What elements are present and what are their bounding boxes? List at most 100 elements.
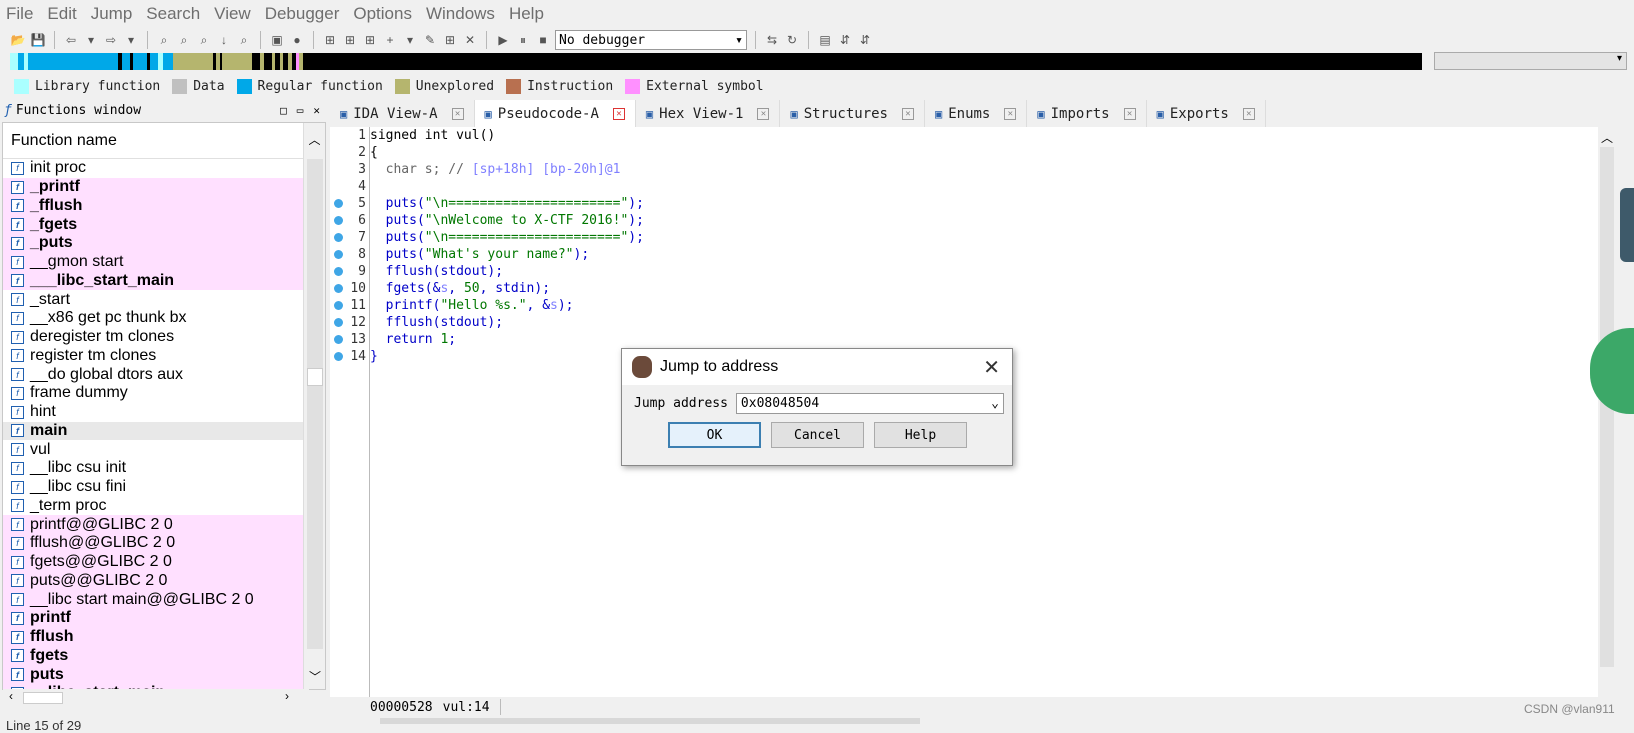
code-line[interactable]: 3 char s; // [sp+18h] [bp-20h]@1	[358, 161, 1570, 178]
play-icon[interactable]: ▶	[495, 32, 511, 48]
scroll-left-icon[interactable]: ‹	[9, 689, 13, 703]
delete-icon[interactable]: ✕	[462, 32, 478, 48]
function-list-item[interactable]: f _printf	[3, 177, 303, 197]
menu-item-edit[interactable]: Edit	[47, 4, 76, 24]
forward-dropdown-icon[interactable]: ▾	[123, 32, 139, 48]
function-list-item[interactable]: f __libc csu init	[3, 459, 303, 478]
function-list-item[interactable]: f printf	[3, 609, 303, 628]
add-icon[interactable]: +	[382, 32, 398, 48]
function-list-item[interactable]: f __libc start main@@GLIBC 2 0	[3, 590, 303, 609]
tracing-icon[interactable]: ⇵	[837, 32, 853, 48]
menu-item-debugger[interactable]: Debugger	[265, 4, 340, 24]
function-list-item[interactable]: f _puts	[3, 234, 303, 253]
function-list-item[interactable]: f __do global dtors aux	[3, 365, 303, 384]
breakpoint-list-icon[interactable]: ▤	[817, 32, 833, 48]
scroll-up-icon[interactable]: ︿	[1598, 127, 1616, 146]
function-list-item[interactable]: f _start	[3, 290, 303, 309]
function-list-item[interactable]: f frame dummy	[3, 384, 303, 403]
code-line[interactable]: 13 return 1;	[334, 331, 1570, 348]
make-code-icon[interactable]: ⊞	[322, 32, 338, 48]
graph-icon[interactable]: ▣	[269, 32, 285, 48]
function-list-item[interactable]: f ___libc_start_main	[3, 271, 303, 291]
function-list-item[interactable]: f main	[3, 421, 303, 441]
code-line[interactable]: 6 puts("\nWelcome to X-CTF 2016!");	[334, 212, 1570, 229]
code-line[interactable]: 10 fgets(&s, 50, stdin);	[334, 280, 1570, 297]
code-line[interactable]: 4	[358, 178, 1570, 195]
function-list-item[interactable]: f __gmon start	[3, 252, 303, 272]
tab-hex-view-1[interactable]: ▣ Hex View-1 ✕	[636, 100, 781, 127]
code-line[interactable]: 12 fflush(stdout);	[334, 314, 1570, 331]
menu-item-file[interactable]: File	[6, 4, 33, 24]
code-line[interactable]: 8 puts("What's your name?");	[334, 246, 1570, 263]
editor-vertical-scrollbar[interactable]: ︿	[1598, 127, 1616, 697]
tab-enums[interactable]: ▣ Enums ✕	[925, 100, 1028, 127]
undefine-icon[interactable]: ⊞	[442, 32, 458, 48]
cancel-button[interactable]: Cancel	[771, 422, 864, 448]
breakpoint-marker-icon[interactable]	[334, 284, 343, 293]
navigation-band[interactable]	[10, 53, 1422, 70]
function-list-item[interactable]: f fflush	[3, 627, 303, 647]
function-list-item[interactable]: f hint	[3, 403, 303, 422]
forward-icon[interactable]: ⇨	[103, 32, 119, 48]
close-tab-icon[interactable]: ✕	[1123, 107, 1136, 120]
function-list-item[interactable]: f fgets@@GLIBC 2 0	[3, 552, 303, 572]
functions-vertical-scrollbar[interactable]: ︿ ﹀	[303, 123, 325, 689]
refresh-icon[interactable]: ↻	[784, 32, 800, 48]
code-line[interactable]: 11 printf("Hello %s.", &s);	[334, 297, 1570, 314]
search-binary-icon[interactable]: ⌕	[176, 32, 192, 48]
code-line[interactable]: 1 signed int vul()	[358, 127, 1570, 144]
chevron-down-icon[interactable]: ⌄	[991, 396, 999, 411]
code-line[interactable]: 7 puts("\n======================");	[334, 229, 1570, 246]
stop-icon[interactable]: ■	[535, 32, 551, 48]
maximize-icon[interactable]: □	[280, 104, 287, 117]
tab-structures[interactable]: ▣ Structures ✕	[780, 100, 925, 127]
search-immediate-icon[interactable]: ⌕	[196, 32, 212, 48]
script-icon[interactable]: ●	[289, 32, 305, 48]
function-list-item[interactable]: f puts@@GLIBC 2 0	[3, 571, 303, 591]
function-name-column-header[interactable]: Function name	[3, 123, 325, 159]
make-data-icon[interactable]: ⊞	[342, 32, 358, 48]
help-button[interactable]: Help	[874, 422, 967, 448]
function-list-item[interactable]: f __x86 get pc thunk bx	[3, 309, 303, 328]
editor-horizontal-scrollbar[interactable]	[380, 718, 920, 724]
code-line[interactable]: 2{	[358, 144, 1570, 161]
scrollbar-thumb[interactable]	[307, 368, 323, 386]
function-list-item[interactable]: f _term proc	[3, 497, 303, 516]
menu-item-help[interactable]: Help	[509, 4, 544, 24]
close-tab-icon[interactable]: ✕	[757, 107, 770, 120]
breakpoint-marker-icon[interactable]	[334, 267, 343, 276]
jump-down-icon[interactable]: ↓	[216, 32, 232, 48]
pause-icon[interactable]: ⏸	[515, 32, 531, 48]
function-list-item[interactable]: f puts	[3, 665, 303, 684]
tab-imports[interactable]: ▣ Imports ✕	[1027, 100, 1147, 127]
save-icon[interactable]: 💾	[30, 32, 46, 48]
menu-item-jump[interactable]: Jump	[91, 4, 133, 24]
function-list-item[interactable]: f fgets	[3, 646, 303, 666]
function-list-item[interactable]: f _fflush	[3, 196, 303, 216]
scrollbar-track[interactable]	[307, 159, 323, 649]
tab-pseudocode-a[interactable]: ▣ Pseudocode-A ✕	[474, 100, 636, 127]
breakpoint-marker-icon[interactable]	[334, 352, 343, 361]
menu-item-windows[interactable]: Windows	[426, 4, 495, 24]
scroll-up-icon[interactable]: ︿	[304, 123, 325, 148]
function-list-item[interactable]: f __libc csu fini	[3, 478, 303, 497]
breakpoint-marker-icon[interactable]	[334, 301, 343, 310]
close-tab-icon[interactable]: ✕	[612, 107, 625, 120]
jump-address-input[interactable]: 0x08048504 ⌄	[735, 393, 1004, 414]
float-icon[interactable]: ▭	[297, 104, 304, 117]
scrollbar-thumb[interactable]	[23, 692, 63, 704]
functions-horizontal-scrollbar[interactable]: ‹ ›	[3, 689, 309, 707]
trace-options-icon[interactable]: ⇵	[857, 32, 873, 48]
function-list-item[interactable]: f _fgets	[3, 215, 303, 234]
functions-list[interactable]: Function name f init proc f _printf f _fflush…	[2, 122, 326, 707]
pseudocode-text[interactable]: 1 signed int vul() 2{3 char s; // [sp+18h]…	[334, 127, 1570, 365]
breakpoint-marker-icon[interactable]	[334, 199, 343, 208]
breakpoint-marker-icon[interactable]	[334, 335, 343, 344]
function-list-item[interactable]: f init proc	[3, 159, 303, 178]
menu-item-options[interactable]: Options	[353, 4, 412, 24]
back-icon[interactable]: ⇦	[63, 32, 79, 48]
code-line[interactable]: 9 fflush(stdout);	[334, 263, 1570, 280]
patch-icon[interactable]: ✎	[422, 32, 438, 48]
close-icon[interactable]: ✕	[983, 355, 1000, 380]
breakpoint-marker-icon[interactable]	[334, 250, 343, 259]
